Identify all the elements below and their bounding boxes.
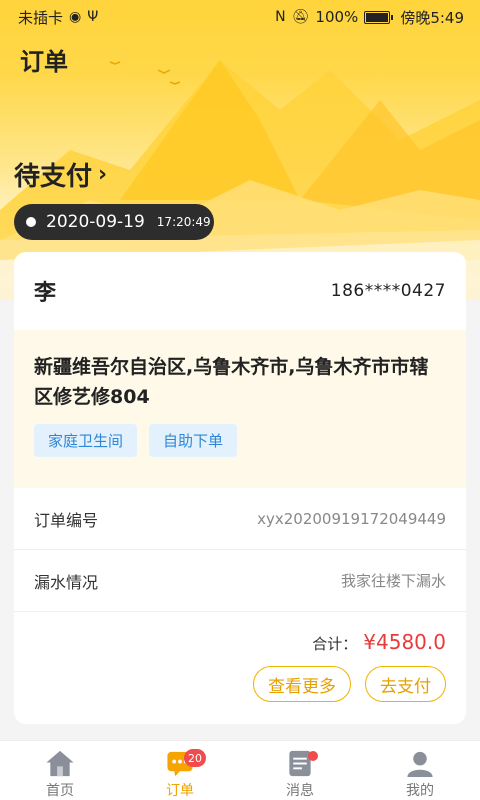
tab-orders-label: 订单 xyxy=(166,783,194,799)
battery-icon xyxy=(364,10,394,24)
messages-unread-dot xyxy=(308,751,318,761)
home-icon xyxy=(46,750,74,777)
carrier-label: 未插卡 xyxy=(18,8,64,27)
bullet-icon xyxy=(26,217,36,227)
leak-status-label: 漏水情况 xyxy=(34,572,99,592)
page-title: 订单 xyxy=(20,48,68,76)
total-row: 合计： ¥4580.0 xyxy=(14,612,466,654)
order-card[interactable]: 李 186****0427 新疆维吾尔自治区,乌鲁木齐市,乌鲁木齐市市辖区修艺修… xyxy=(14,252,466,724)
bottom-tab-bar: 首页 20 订单 消息 我的 xyxy=(0,740,480,800)
service-address: 新疆维吾尔自治区,乌鲁木齐市,乌鲁木齐市市辖区修艺修804 xyxy=(34,356,429,408)
order-status-heading[interactable]: 待支付 › xyxy=(14,156,107,193)
tab-home-label: 首页 xyxy=(46,783,74,799)
order-number-row: 订单编号 xyx20200919172049449 xyxy=(14,488,466,550)
pay-button[interactable]: 去支付 xyxy=(365,666,446,702)
tab-profile-label: 我的 xyxy=(406,783,434,799)
tab-messages-label: 消息 xyxy=(286,783,314,799)
tag-location: 家庭卫生间 xyxy=(34,424,138,457)
tab-messages[interactable]: 消息 xyxy=(240,741,360,800)
customer-row: 李 186****0427 xyxy=(14,252,466,330)
tag-order-type: 自助下单 xyxy=(149,424,238,457)
order-datetime-pill: 2020-09-19 17:20:49 xyxy=(14,204,214,240)
orders-badge: 20 xyxy=(184,749,206,767)
tab-orders[interactable]: 20 订单 xyxy=(120,741,240,800)
customer-phone: 186****0427 xyxy=(330,281,446,301)
battery-percent: 100% xyxy=(315,8,359,26)
clock: 傍晚5:49 xyxy=(400,8,464,27)
status-bar: 未插卡 ◉ Ψ N 🔕︎ 100% 傍晚5:49 xyxy=(0,0,480,34)
leak-status-value: 我家往楼下漏水 xyxy=(340,572,446,590)
tab-profile[interactable]: 我的 xyxy=(360,741,480,800)
total-label: 合计： xyxy=(312,635,358,653)
view-more-button[interactable]: 查看更多 xyxy=(253,666,351,702)
order-number-label: 订单编号 xyxy=(34,510,99,530)
leak-status-row: 漏水情况 我家往楼下漏水 xyxy=(14,550,466,612)
tag-list: 家庭卫生间 自助下单 xyxy=(34,424,446,457)
total-price: ¥4580.0 xyxy=(363,630,446,654)
nfc-icon: N xyxy=(275,9,286,25)
tab-home[interactable]: 首页 xyxy=(0,741,120,800)
action-buttons: 查看更多 去支付 xyxy=(14,654,466,702)
order-status-label: 待支付 xyxy=(14,162,93,192)
usb-icon: Ψ xyxy=(87,9,99,25)
order-number-value: xyx20200919172049449 xyxy=(257,509,446,528)
address-block: 新疆维吾尔自治区,乌鲁木齐市,乌鲁木齐市市辖区修艺修804 家庭卫生间 自助下单 xyxy=(14,330,466,488)
wifi-icon: ◉ xyxy=(69,9,82,25)
customer-name: 李 xyxy=(34,281,57,306)
profile-icon xyxy=(407,751,433,778)
order-time: 17:20:49 xyxy=(156,215,211,229)
chevron-right-icon: › xyxy=(98,162,108,187)
mute-icon: 🔕︎ xyxy=(291,9,310,25)
order-date: 2020-09-19 xyxy=(46,212,145,232)
